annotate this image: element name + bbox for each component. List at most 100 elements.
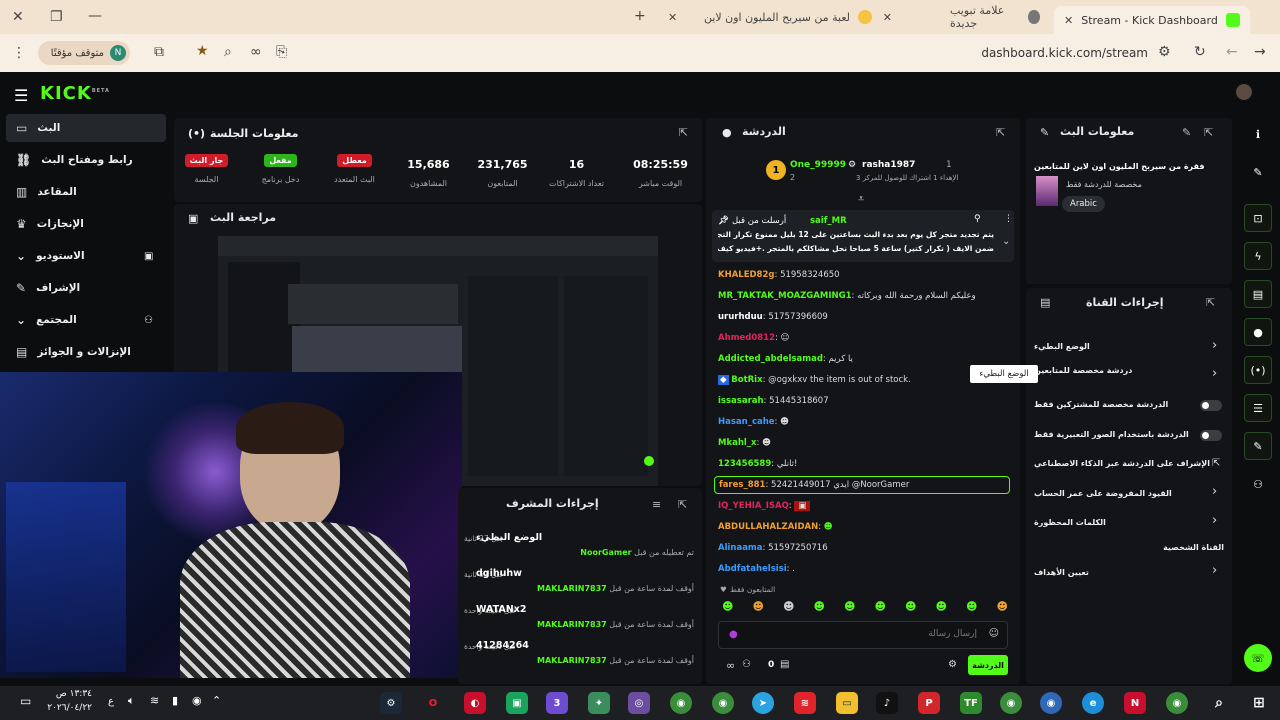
sidebar-item-seats[interactable]: المقاعد ▥ (6, 178, 166, 206)
emote-icon[interactable]: ☻ (753, 600, 764, 614)
sidebar-item-stream-key[interactable]: رابط ومفتاح البث ⛓ (6, 146, 166, 174)
sidebar-item-studio[interactable]: ▣ الاستوديو ⌄ (6, 242, 166, 270)
search-icon[interactable]: ⌕ (1208, 692, 1230, 714)
popout-icon[interactable]: ⇱ (1204, 126, 1213, 139)
notes-icon[interactable]: ▤ (1244, 280, 1272, 308)
pin-icon[interactable]: 📌︎ (718, 216, 729, 226)
chevron-up-icon[interactable]: ⌃ (212, 694, 221, 707)
emote-icon[interactable]: ☻ (966, 600, 977, 614)
points-icon[interactable]: ∞ (726, 659, 735, 672)
lightning-icon[interactable]: ϟ (1244, 242, 1272, 270)
app-three-icon[interactable]: 3 (546, 692, 568, 714)
url-field[interactable]: dashboard.kick.com/stream (981, 46, 1148, 60)
channel-action-goals[interactable]: تعيين الأهداف (1034, 568, 1224, 577)
channel-action-ai-moderation[interactable]: الإشراف على الدردشة عبر الذكاء الاصطناعي (1034, 459, 1224, 468)
channel-action-slow-mode[interactable]: الوضع البطيء (1034, 342, 1224, 351)
microphone-icon[interactable]: ● (729, 629, 738, 640)
category-thumbnail[interactable] (1036, 176, 1058, 206)
edit-icon[interactable]: ✎ (1244, 158, 1272, 186)
back-icon[interactable]: → (1254, 44, 1266, 60)
info-icon[interactable]: ℹ (1244, 120, 1272, 148)
pinned-message[interactable]: 📌︎ أرسلت من قبل saif_MR ⚲ ⋮ يتم تجديد مت… (712, 210, 1014, 262)
translate-icon[interactable]: ⎘ (276, 44, 287, 60)
emote-icon[interactable]: ☻ (844, 600, 855, 614)
popout-icon[interactable]: ⇱ (996, 126, 1005, 139)
emote-icon[interactable]: ☻ (722, 600, 733, 614)
start-menu-icon[interactable]: ⊞ (1248, 692, 1270, 714)
collapse-icon[interactable]: ⩡ (858, 192, 864, 206)
list-icon[interactable]: ☰ (1244, 394, 1272, 422)
reader-icon[interactable]: ∞ (250, 44, 262, 60)
chevron-right-icon[interactable]: › (1212, 513, 1217, 528)
edge-icon[interactable]: e (1082, 692, 1104, 714)
close-tab-icon[interactable]: ✕ (1064, 14, 1073, 27)
tab-quiz-game[interactable]: ✕ لعبة من سيربح المليون اون لاين ✕ (662, 6, 892, 28)
sidebar-item-moderation[interactable]: الإشراف ✎ (6, 274, 166, 302)
gift-icon[interactable]: ▤ (780, 659, 789, 670)
emoji-picker-icon[interactable]: ☺ (989, 628, 999, 639)
volume-icon[interactable]: 🔈︎ (128, 694, 135, 708)
app-leaf-icon[interactable]: ✦ (588, 692, 610, 714)
emote-icon[interactable]: ☻ (875, 600, 886, 614)
chevron-right-icon[interactable]: › (1212, 563, 1217, 578)
chat-input[interactable]: ● إرسال رسالة ☺ (718, 621, 1008, 649)
sidebar-item-drops[interactable]: الإنزالات و الجوائز ▤ (6, 338, 166, 366)
wifi-icon[interactable]: ≋ (150, 694, 159, 707)
popout-icon[interactable]: ⇱ (1206, 296, 1215, 309)
mic-icon[interactable]: ▮ (172, 694, 178, 707)
channel-action-banned-words[interactable]: الكلمات المحظورة (1034, 518, 1224, 527)
notifications-icon[interactable]: ▭ (20, 694, 31, 708)
emote-icon[interactable]: ☻ (814, 600, 825, 614)
hamburger-menu-icon[interactable]: ☰ (14, 86, 28, 105)
minimize-window-icon[interactable]: — (88, 8, 102, 24)
emote-icon[interactable]: ☻ (936, 600, 947, 614)
menu-dots-icon[interactable]: ⋮ (12, 45, 26, 61)
bookmark-star-icon[interactable]: ★ (196, 43, 209, 59)
chevron-right-icon[interactable]: › (1212, 484, 1217, 499)
profile-pill[interactable]: متوقف مؤقتًا N (38, 41, 130, 65)
chevron-down-icon[interactable]: ⌄ (1002, 236, 1010, 247)
app-ribbon-icon[interactable]: ≋ (794, 692, 816, 714)
forward-icon[interactable]: ← (1226, 44, 1238, 60)
emote-icon[interactable]: ☻ (905, 600, 916, 614)
chrome-icon[interactable]: ◉ (1166, 692, 1188, 714)
steam-icon[interactable]: ⚙ (380, 692, 402, 714)
telegram-icon[interactable]: ➤ (752, 692, 774, 714)
broadcast-icon[interactable]: (•) (1244, 356, 1272, 384)
app-purple-icon[interactable]: ◎ (628, 692, 650, 714)
people-icon[interactable]: ⚇ (1244, 470, 1272, 498)
close-tab-icon[interactable]: ✕ (668, 11, 677, 24)
extensions-icon[interactable]: ⧉ (154, 44, 164, 60)
close-tab-icon[interactable]: ✕ (883, 11, 892, 24)
tab-new-tab[interactable]: علامة تبويب جديدة (940, 4, 1050, 30)
chevron-right-icon[interactable]: › (1212, 338, 1217, 353)
new-tab-icon[interactable]: + (634, 8, 646, 24)
kick-logo[interactable]: KICKBETA (40, 83, 110, 104)
app-p-icon[interactable]: P (918, 692, 940, 714)
wrench-icon[interactable]: ✎ (1244, 432, 1272, 460)
channel-action-account-age[interactable]: القيود المفروضة على عمر الحساب (1034, 489, 1224, 498)
restore-window-icon[interactable]: ❐ (50, 9, 63, 25)
site-settings-icon[interactable]: ⚙ (1158, 44, 1171, 60)
reload-icon[interactable]: ↻ (1194, 44, 1206, 60)
external-link-icon[interactable]: ⇱ (1212, 458, 1220, 469)
app-n-icon[interactable]: N (1124, 692, 1146, 714)
edit-icon[interactable]: ✎ (1182, 126, 1191, 139)
emote-icon[interactable]: ☻ (997, 600, 1008, 614)
screenshot-icon[interactable]: ⊡ (1244, 204, 1272, 232)
app-red-icon[interactable]: ◐ (464, 692, 486, 714)
sidebar-item-stream[interactable]: البث ▭ (6, 114, 166, 142)
pin-icon[interactable]: ⚲ (974, 214, 981, 224)
chat-icon[interactable]: ● (1244, 318, 1272, 346)
sidebar-item-community[interactable]: ⚇ المجتمع ⌄ (6, 306, 166, 334)
send-chat-button[interactable]: الدردشة (968, 655, 1008, 675)
emote-icon[interactable]: ☻ (783, 600, 794, 614)
emote-only-toggle[interactable] (1200, 430, 1222, 441)
close-window-icon[interactable]: ✕ (12, 9, 24, 25)
app-icon[interactable]: ◉ (192, 694, 202, 707)
file-explorer-icon[interactable]: ▭ (836, 692, 858, 714)
sidebar-item-achievements[interactable]: الإنجازات ♛ (6, 210, 166, 238)
chevron-right-icon[interactable]: › (1212, 366, 1217, 381)
opera-icon[interactable]: O (422, 692, 444, 714)
popout-icon[interactable]: ⇱ (678, 498, 687, 511)
